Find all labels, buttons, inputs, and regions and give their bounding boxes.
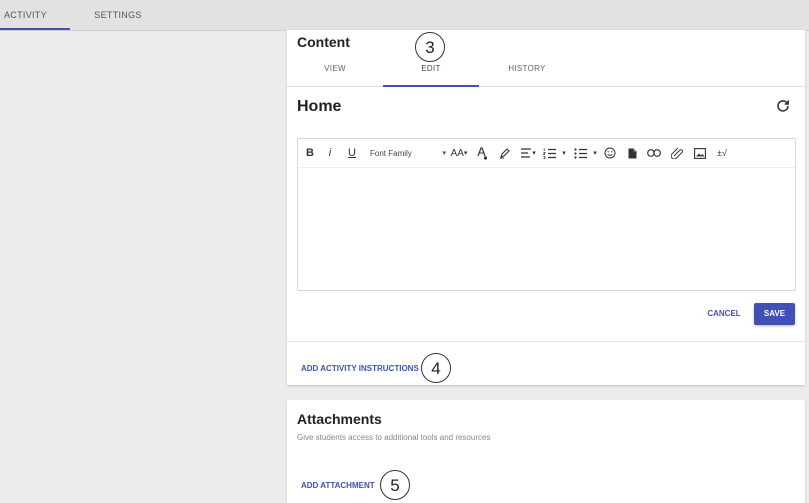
underline-button[interactable]: U (346, 145, 358, 161)
italic-button[interactable]: i (324, 145, 336, 161)
content-title: Content (297, 34, 350, 50)
tab-settings[interactable]: SETTINGS (80, 0, 156, 30)
rich-text-editor: B i U Font Family ▾ AA ▾ ▾ ▾ ▾ ±√ (297, 138, 796, 291)
tab-history[interactable]: HISTORY (479, 52, 575, 86)
callout-marker-3: 3 (415, 32, 445, 62)
font-family-select[interactable]: Font Family ▾ (370, 145, 446, 161)
add-activity-instructions-link[interactable]: ADD ACTIVITY INSTRUCTIONS (301, 364, 419, 373)
refresh-icon[interactable] (775, 98, 791, 114)
divider (287, 341, 805, 342)
editor-text-area[interactable] (298, 168, 795, 290)
link-icon[interactable] (646, 145, 662, 161)
tab-view[interactable]: VIEW (287, 52, 383, 86)
tab-activity[interactable]: ACTIVITY (0, 0, 70, 30)
image-icon[interactable] (693, 145, 707, 161)
content-card: Content VIEW EDIT HISTORY Home B i U Fon… (287, 30, 805, 385)
editor-toolbar: B i U Font Family ▾ AA ▾ ▾ ▾ ▾ ±√ (298, 139, 795, 168)
attachment-icon[interactable] (670, 145, 684, 161)
cancel-button[interactable]: CANCEL (701, 303, 747, 325)
font-family-label: Font Family (370, 148, 412, 158)
top-tab-bar: ACTIVITY SETTINGS (0, 0, 809, 31)
add-attachment-link[interactable]: ADD ATTACHMENT (301, 481, 375, 490)
chevron-down-icon: ▾ (532, 150, 536, 157)
callout-marker-5: 5 (380, 470, 410, 500)
chevron-down-icon: ▾ (442, 150, 446, 157)
callout-marker-4: 4 (421, 353, 451, 383)
attachments-subtitle: Give students access to additional tools… (297, 433, 491, 442)
bold-button[interactable]: B (304, 145, 316, 161)
file-icon[interactable] (626, 145, 638, 161)
font-size-label: AA (450, 147, 464, 159)
highlight-icon[interactable] (498, 145, 512, 161)
align-icon[interactable]: ▾ (518, 145, 538, 161)
special-character-button[interactable]: ±√ (714, 145, 730, 161)
font-size-select[interactable]: AA ▾ (448, 145, 470, 161)
chevron-down-icon: ▾ (463, 150, 468, 157)
page-title: Home (297, 98, 342, 115)
chevron-down-icon[interactable]: ▾ (591, 145, 599, 161)
save-button[interactable]: SAVE (754, 303, 795, 325)
numbered-list-icon[interactable] (542, 145, 556, 161)
text-color-icon[interactable] (475, 145, 489, 161)
chevron-down-icon[interactable]: ▾ (560, 145, 568, 161)
attachments-title: Attachments (297, 411, 382, 427)
content-tabs: VIEW EDIT HISTORY (287, 52, 805, 87)
bullet-list-icon[interactable] (573, 145, 587, 161)
attachments-card: Attachments Give students access to addi… (287, 400, 805, 503)
emoji-icon[interactable] (603, 145, 617, 161)
